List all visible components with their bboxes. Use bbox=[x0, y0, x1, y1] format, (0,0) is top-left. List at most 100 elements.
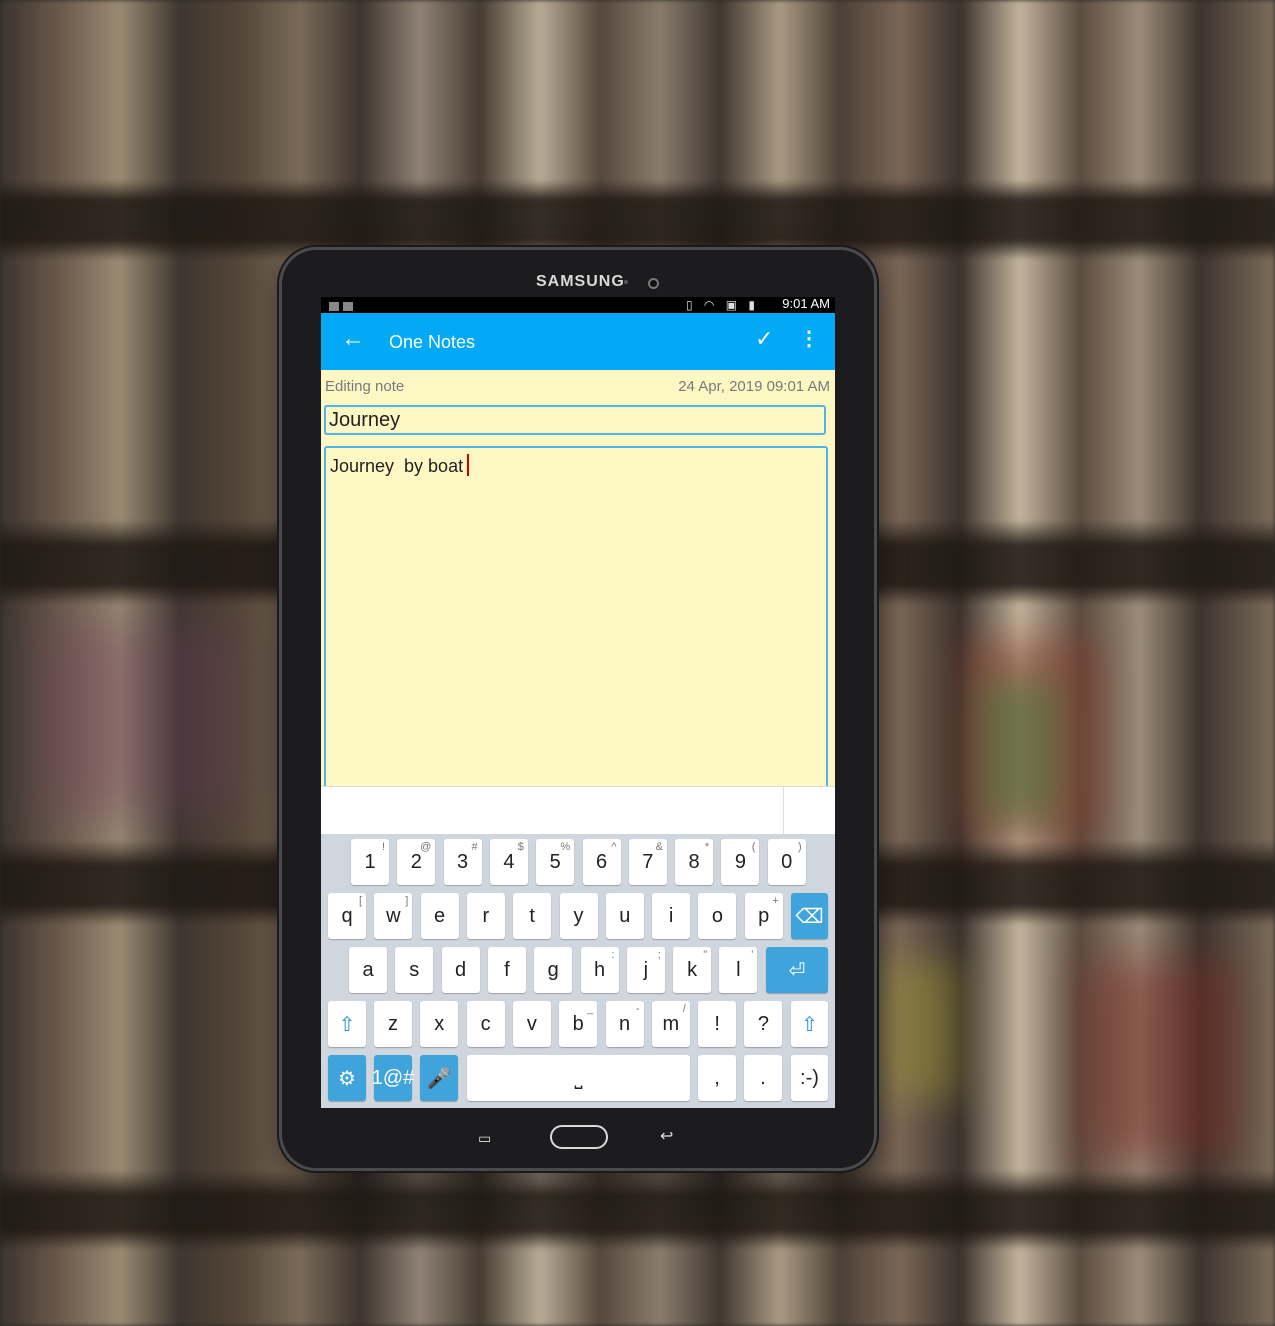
key-6[interactable]: 6 ^ bbox=[582, 839, 621, 885]
key-1[interactable]: 1! bbox=[351, 839, 389, 885]
key-z-label: z bbox=[388, 1012, 398, 1035]
note-body-input[interactable]: Journey by boat bbox=[324, 446, 828, 796]
settings-gear-icon-label: ⚙ bbox=[338, 1067, 356, 1090]
key-h[interactable]: h: bbox=[580, 947, 619, 993]
key-9-label: 9 bbox=[734, 850, 746, 873]
home-button[interactable] bbox=[550, 1125, 608, 1149]
key-j[interactable]: j; bbox=[626, 947, 665, 993]
key-h-secondary: : bbox=[611, 949, 615, 961]
space-key-label: ⎵ bbox=[574, 1066, 583, 1089]
key-question-label: ? bbox=[757, 1012, 769, 1035]
key-3[interactable]: 3 # bbox=[443, 839, 482, 885]
settings-gear-icon[interactable]: ⚙ bbox=[328, 1055, 366, 1101]
key-0[interactable]: 0) bbox=[767, 839, 806, 885]
back-arrow-icon[interactable]: ← bbox=[341, 325, 365, 353]
key-b-secondary: _ bbox=[587, 1003, 594, 1015]
key-8[interactable]: 8 * bbox=[675, 839, 714, 885]
key-p[interactable]: p + bbox=[744, 893, 783, 939]
key-7-secondary: & bbox=[655, 841, 663, 853]
microphone-icon[interactable]: 🎤 bbox=[420, 1055, 458, 1101]
key-0-label: 0 bbox=[781, 850, 793, 873]
key-m-label: m bbox=[662, 1012, 680, 1035]
key-b[interactable]: b _ bbox=[559, 1001, 598, 1047]
key-w[interactable]: w] bbox=[374, 893, 413, 939]
key-q-label: q bbox=[341, 904, 353, 927]
key-o[interactable]: o bbox=[698, 893, 737, 939]
note-title-input[interactable]: Journey bbox=[324, 405, 826, 435]
key-n[interactable]: n- bbox=[605, 1001, 644, 1047]
shift-left-key[interactable]: ⇧ bbox=[328, 1001, 366, 1047]
key-f-label: f bbox=[504, 958, 510, 981]
comma-key[interactable]: , bbox=[698, 1055, 736, 1101]
key-5[interactable]: 5% bbox=[536, 839, 575, 885]
key-a[interactable]: a bbox=[349, 947, 387, 993]
space-key[interactable]: ⎵ bbox=[467, 1055, 690, 1101]
front-camera bbox=[648, 278, 659, 289]
note-body-text: Journey by boat bbox=[330, 456, 464, 476]
period-key[interactable]: . bbox=[744, 1055, 782, 1101]
app-bar: ← One Notes ✓ ⋮ bbox=[321, 313, 835, 370]
key-question[interactable]: ? bbox=[744, 1001, 783, 1047]
key-5-label: 5 bbox=[549, 850, 561, 873]
key-g[interactable]: g bbox=[534, 947, 573, 993]
key-n-secondary: - bbox=[635, 1003, 640, 1015]
symbols-key-label: 1@# bbox=[371, 1066, 415, 1089]
key-r[interactable]: r bbox=[466, 893, 505, 939]
key-7[interactable]: 7 & bbox=[628, 839, 667, 885]
key-p-secondary: + bbox=[772, 895, 779, 907]
editing-state-label: Editing note bbox=[325, 378, 405, 395]
suggestion-strip[interactable] bbox=[321, 786, 835, 835]
key-s-label: s bbox=[409, 958, 420, 981]
symbols-key[interactable]: 1@# bbox=[371, 1055, 415, 1101]
key-exclamation[interactable]: ! bbox=[698, 1001, 737, 1047]
key-q[interactable]: q[ bbox=[328, 893, 366, 939]
key-i[interactable]: i bbox=[652, 893, 691, 939]
emoticon-key-label: :-) bbox=[800, 1066, 819, 1089]
key-k[interactable]: k " bbox=[673, 947, 712, 993]
key-c[interactable]: c bbox=[466, 1001, 505, 1047]
key-4-label: 4 bbox=[503, 850, 515, 873]
key-a-label: a bbox=[362, 958, 374, 981]
key-s[interactable]: s bbox=[395, 947, 434, 993]
key-x[interactable]: x bbox=[420, 1001, 459, 1047]
nav-back-icon[interactable]: ↩ bbox=[660, 1126, 673, 1146]
key-j-label: j bbox=[643, 958, 649, 981]
key-t[interactable]: t bbox=[513, 893, 552, 939]
key-3-label: 3 bbox=[457, 850, 469, 873]
key-n-label: n bbox=[618, 1012, 631, 1035]
key-l-label: l bbox=[736, 958, 741, 981]
key-9[interactable]: 9( bbox=[721, 839, 760, 885]
enter-key[interactable]: ⏎ bbox=[766, 947, 828, 993]
key-8-label: 8 bbox=[688, 850, 700, 873]
key-b-label: b bbox=[572, 1012, 584, 1035]
screen: ▯ ◠ ▣ ▮ 9:01 AM ← One Notes ✓ ⋮ Editing … bbox=[321, 297, 835, 1108]
key-y[interactable]: y bbox=[559, 893, 598, 939]
text-cursor bbox=[467, 454, 470, 476]
key-2[interactable]: 2 @ bbox=[397, 839, 436, 885]
key-4[interactable]: 4 $ bbox=[489, 839, 528, 885]
key-z[interactable]: z bbox=[374, 1001, 412, 1047]
microphone-icon-label: 🎤 bbox=[426, 1067, 452, 1090]
shift-right-key[interactable]: ⇧ bbox=[791, 1001, 828, 1047]
key-l[interactable]: l ' bbox=[719, 947, 758, 993]
key-e[interactable]: e bbox=[420, 893, 459, 939]
key-0-secondary: ) bbox=[798, 841, 802, 853]
key-6-secondary: ^ bbox=[611, 841, 617, 853]
recent-apps-icon[interactable]: ▭ bbox=[478, 1130, 491, 1147]
key-k-secondary: " bbox=[703, 949, 708, 961]
key-d[interactable]: d bbox=[441, 947, 480, 993]
backspace-key[interactable]: ⌫ bbox=[791, 893, 828, 939]
comma-key-label: , bbox=[714, 1066, 720, 1089]
system-status-icons: ▯ ◠ ▣ ▮ bbox=[685, 298, 759, 312]
key-v[interactable]: v bbox=[512, 1001, 551, 1047]
key-f[interactable]: f bbox=[487, 947, 526, 993]
key-exclamation-label: ! bbox=[714, 1012, 720, 1035]
tablet-device-frame: SAMSUNG ▯ ◠ ▣ ▮ 9:01 AM ← One Notes ✓ ⋮ … bbox=[282, 250, 874, 1168]
key-m[interactable]: m / bbox=[651, 1001, 690, 1047]
key-r-label: r bbox=[482, 904, 490, 927]
more-options-icon[interactable]: ⋮ bbox=[799, 326, 819, 351]
key-u[interactable]: u bbox=[605, 893, 644, 939]
emoticon-key[interactable]: :-) bbox=[791, 1055, 828, 1101]
save-check-icon[interactable]: ✓ bbox=[755, 326, 773, 352]
key-3-secondary: # bbox=[471, 841, 478, 853]
